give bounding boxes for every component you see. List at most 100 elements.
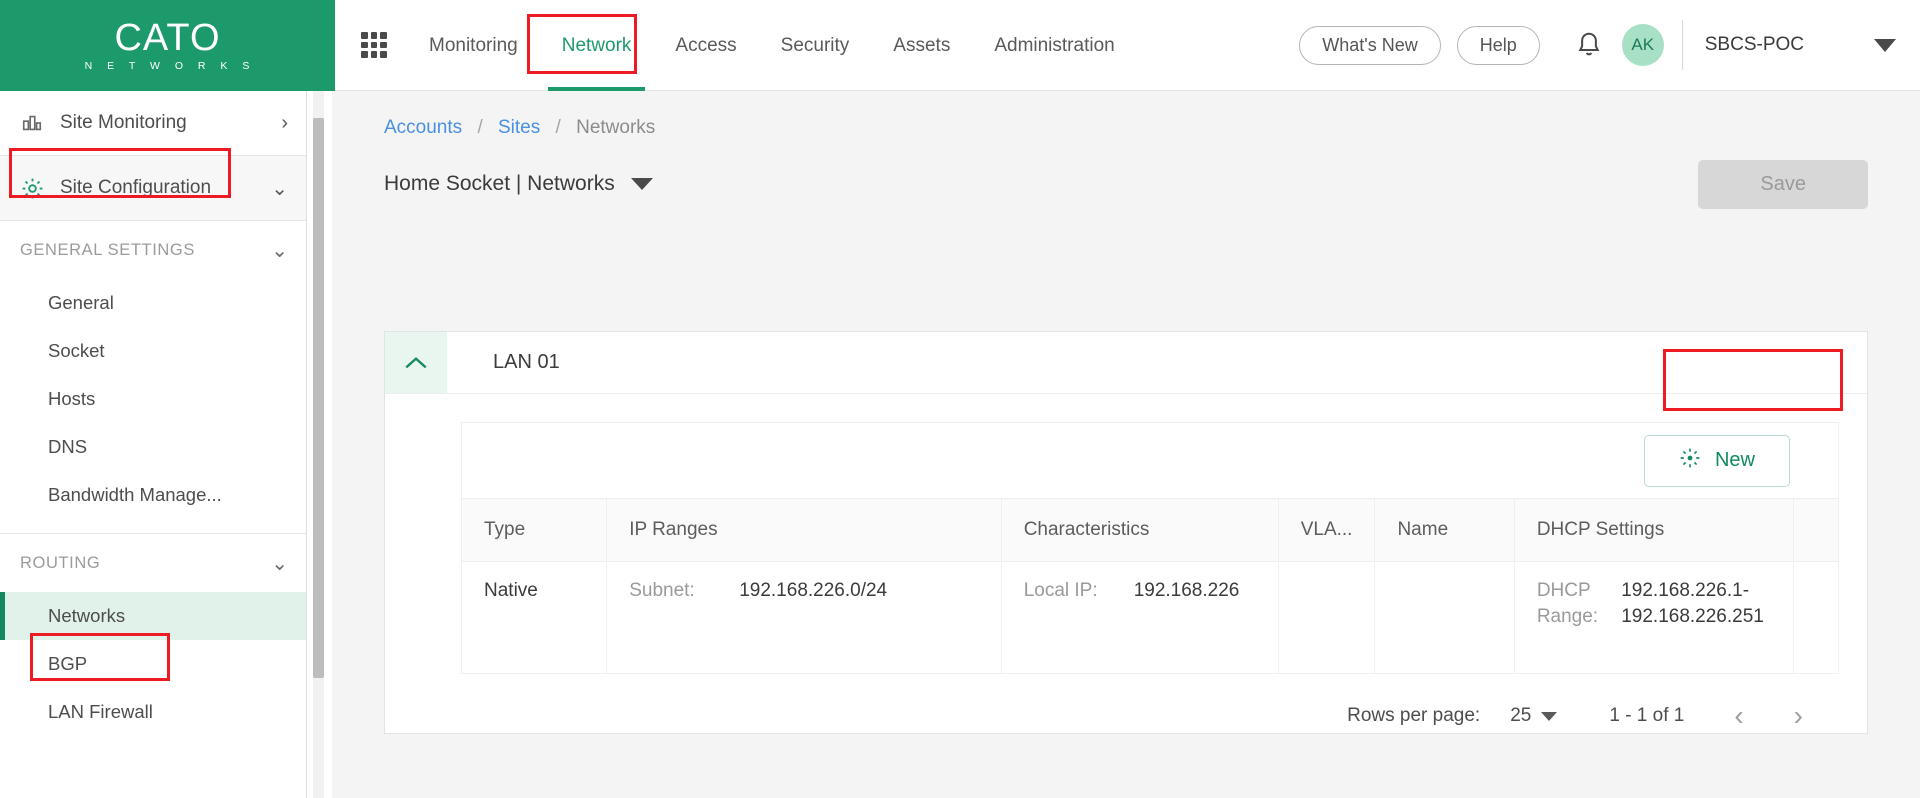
page-header: Home Socket | Networks Save [332, 139, 1920, 203]
main-content: Accounts / Sites / Networks Home Socket … [332, 91, 1920, 798]
new-burst-icon [1679, 447, 1701, 475]
account-chevron-down-icon[interactable] [1874, 39, 1896, 52]
sidebar-item-site-monitoring[interactable]: Site Monitoring › [0, 91, 306, 155]
table-pagination: Rows per page: 25 1 - 1 of 1 ‹ › [385, 674, 1867, 732]
chevron-down-icon: ⌄ [271, 176, 288, 201]
dhcp-value-line1: 192.168.226.1- [1621, 580, 1771, 602]
save-button[interactable]: Save [1698, 160, 1868, 209]
ip-range-key: Subnet: [629, 580, 725, 602]
rows-per-page-value: 25 [1510, 705, 1531, 727]
top-bar-right: What's New Help AK SBCS-POC [1299, 0, 1920, 91]
next-page-button[interactable]: › [1794, 700, 1803, 732]
sidebar-item-dns[interactable]: DNS [0, 423, 306, 471]
cell-dhcp-settings: DHCP 192.168.226.1- Range: 192.168.226.2… [1514, 562, 1793, 674]
card-title: LAN 01 [447, 332, 560, 393]
chevron-up-icon[interactable] [385, 332, 447, 393]
sidebar-group-routing[interactable]: ROUTING ⌄ [0, 534, 306, 592]
breadcrumb: Accounts / Sites / Networks [332, 91, 1920, 139]
breadcrumb-separator: / [477, 117, 482, 138]
table-body: Native Subnet: 192.168.226.0/24 Local IP… [462, 562, 1839, 674]
sidebar-item-bgp[interactable]: BGP [0, 640, 306, 688]
sidebar-item-networks[interactable]: Networks [0, 592, 306, 640]
caret-down-icon [1541, 712, 1557, 721]
sidebar-item-lan-firewall[interactable]: LAN Firewall [0, 688, 306, 736]
column-characteristics[interactable]: Characteristics [1001, 499, 1278, 562]
tab-assets[interactable]: Assets [871, 0, 972, 91]
table-header-row: Type IP Ranges Characteristics VLA... Na… [462, 499, 1839, 562]
sidebar: Site Monitoring › Site Configuration ⌄ G… [0, 91, 307, 798]
new-button-label: New [1715, 449, 1755, 472]
network-card: LAN 01 New Type IP R [384, 331, 1868, 734]
sidebar-group-label: ROUTING [20, 554, 100, 573]
sidebar-item-label: Site Configuration [60, 177, 211, 199]
sidebar-group-label: GENERAL SETTINGS [20, 241, 195, 260]
cell-actions [1794, 562, 1839, 674]
table-row[interactable]: Native Subnet: 192.168.226.0/24 Local IP… [462, 562, 1839, 674]
cell-vlan [1278, 562, 1375, 674]
sidebar-scrollbar-thumb[interactable] [313, 118, 324, 678]
local-ip-value: 192.168.226 [1134, 580, 1240, 602]
rows-per-page-label: Rows per page: [1347, 705, 1480, 727]
brand-tagline: N E T W O R K S [85, 60, 256, 72]
tab-network[interactable]: Network [540, 0, 654, 91]
dhcp-key-line2: Range: [1537, 606, 1605, 628]
cell-characteristics: Local IP: 192.168.226 [1001, 562, 1278, 674]
table-header: Type IP Ranges Characteristics VLA... Na… [462, 499, 1839, 562]
breadcrumb-current: Networks [576, 117, 655, 138]
column-dhcp-settings[interactable]: DHCP Settings [1514, 499, 1793, 562]
column-name[interactable]: Name [1375, 499, 1514, 562]
app-root: CATO N E T W O R K S Monitoring Network … [0, 0, 1920, 798]
cell-ip-ranges: Subnet: 192.168.226.0/24 [607, 562, 1001, 674]
local-ip-key: Local IP: [1024, 580, 1120, 602]
sidebar-item-hosts[interactable]: Hosts [0, 375, 306, 423]
breadcrumb-accounts[interactable]: Accounts [384, 117, 462, 138]
brand-name: CATO [114, 19, 220, 57]
pagination-range: 1 - 1 of 1 [1609, 705, 1684, 727]
column-ip-ranges[interactable]: IP Ranges [607, 499, 1001, 562]
dhcp-value-line2: 192.168.226.251 [1621, 606, 1771, 628]
card-header: LAN 01 [385, 332, 1867, 394]
bell-icon[interactable] [1572, 28, 1606, 62]
dhcp-key-line1: DHCP [1537, 580, 1605, 602]
chevron-right-icon: › [281, 112, 288, 135]
networks-table: Type IP Ranges Characteristics VLA... Na… [461, 498, 1839, 674]
top-bar: CATO N E T W O R K S Monitoring Network … [0, 0, 1920, 91]
breadcrumb-separator: / [556, 117, 561, 138]
chevron-down-icon: ⌄ [271, 551, 288, 576]
chevron-down-icon: ⌄ [271, 238, 288, 263]
sidebar-group-general-settings[interactable]: GENERAL SETTINGS ⌄ [0, 221, 306, 279]
table-toolbar: New [461, 422, 1839, 498]
sidebar-item-site-configuration[interactable]: Site Configuration ⌄ [0, 156, 306, 220]
sidebar-scrollbar[interactable] [313, 91, 324, 798]
tab-access[interactable]: Access [653, 0, 758, 91]
account-name: SBCS-POC [1705, 34, 1804, 56]
cell-name [1375, 562, 1514, 674]
tab-monitoring[interactable]: Monitoring [407, 0, 540, 91]
page-title: Home Socket | Networks [384, 172, 615, 196]
column-vlan[interactable]: VLA... [1278, 499, 1375, 562]
brand-logo[interactable]: CATO N E T W O R K S [0, 0, 335, 91]
divider [1682, 20, 1683, 70]
column-actions [1794, 499, 1839, 562]
grid-apps-icon[interactable] [361, 32, 387, 58]
tab-security[interactable]: Security [759, 0, 872, 91]
breadcrumb-sites[interactable]: Sites [498, 117, 540, 138]
column-type[interactable]: Type [462, 499, 607, 562]
sidebar-item-label: Site Monitoring [60, 112, 187, 134]
gear-icon [20, 176, 50, 201]
new-button[interactable]: New [1644, 435, 1790, 487]
ip-range-value: 192.168.226.0/24 [739, 580, 887, 602]
page-title-caret-down-icon[interactable] [631, 178, 653, 190]
prev-page-button[interactable]: ‹ [1734, 700, 1743, 732]
sidebar-item-general[interactable]: General [0, 279, 306, 327]
rows-per-page-select[interactable]: 25 [1510, 705, 1557, 727]
sidebar-item-socket[interactable]: Socket [0, 327, 306, 375]
sidebar-item-bandwidth-management[interactable]: Bandwidth Manage... [0, 471, 306, 519]
tab-administration[interactable]: Administration [972, 0, 1136, 91]
cell-type: Native [462, 562, 607, 674]
help-button[interactable]: Help [1457, 26, 1540, 65]
bar-chart-icon [20, 112, 50, 134]
avatar[interactable]: AK [1622, 24, 1664, 66]
top-nav-tabs: Monitoring Network Access Security Asset… [407, 0, 1137, 91]
whats-new-button[interactable]: What's New [1299, 26, 1440, 65]
